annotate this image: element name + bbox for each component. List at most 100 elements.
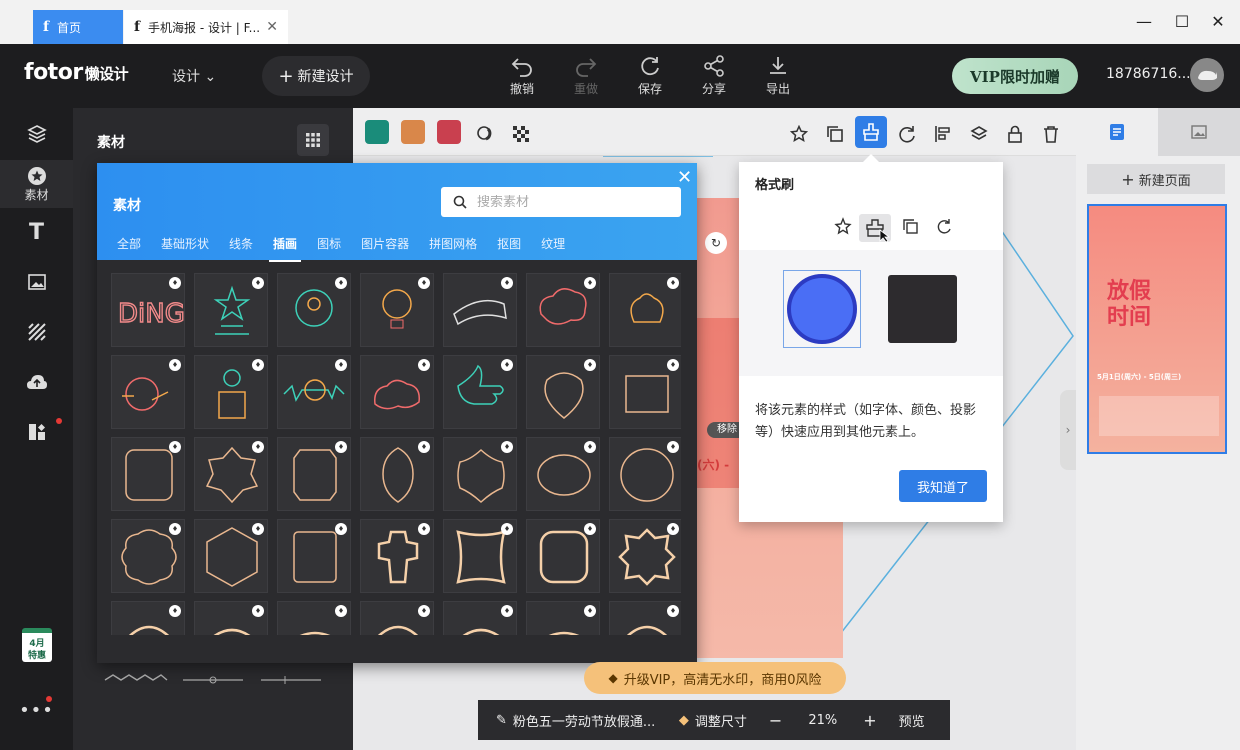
- resize-button[interactable]: 调整尺寸: [695, 711, 747, 730]
- material-item[interactable]: ♦: [526, 437, 600, 511]
- material-item[interactable]: ♦: [277, 273, 351, 347]
- material-item[interactable]: ♦: [360, 437, 434, 511]
- rotate-button[interactable]: [893, 120, 921, 148]
- grid-view-button[interactable]: [297, 124, 329, 156]
- share-button[interactable]: 分享: [690, 54, 738, 97]
- material-item[interactable]: ♦: [609, 437, 681, 511]
- design-menu[interactable]: 设计 ⌄: [172, 66, 216, 86]
- material-item[interactable]: ♦: [277, 355, 351, 429]
- material-item[interactable]: ♦: [609, 519, 681, 593]
- rail-text[interactable]: T: [0, 208, 73, 256]
- line-samples[interactable]: [103, 670, 343, 690]
- browser-tab-design[interactable]: f 手机海报 - 设计 | F... ✕: [124, 10, 288, 44]
- material-item[interactable]: ♦: [194, 437, 268, 511]
- minimize-icon[interactable]: —: [1134, 12, 1154, 32]
- material-item[interactable]: ♦: [194, 519, 268, 593]
- favorite-button[interactable]: [785, 120, 813, 148]
- close-tab-icon[interactable]: ✕: [266, 19, 278, 35]
- lock-button[interactable]: [1001, 120, 1029, 148]
- new-design-button[interactable]: + 新建设计: [262, 56, 370, 96]
- tab-all[interactable]: 全部: [113, 235, 145, 260]
- tab-illustrations[interactable]: 插画: [269, 235, 302, 262]
- tab-basic-shapes[interactable]: 基础形状: [157, 235, 213, 260]
- close-window-icon[interactable]: ✕: [1208, 12, 1228, 32]
- zoom-out-button[interactable]: −: [769, 711, 782, 730]
- rotate-handle-icon[interactable]: ↻: [705, 232, 727, 254]
- vip-promo-button[interactable]: VIP限时加赠: [952, 58, 1078, 94]
- duplicate-button[interactable]: [821, 120, 849, 148]
- material-item[interactable]: ♦: [111, 601, 185, 635]
- tab-cutouts[interactable]: 抠图: [493, 235, 525, 260]
- search-input[interactable]: [477, 194, 657, 210]
- material-item[interactable]: ♦: [526, 355, 600, 429]
- material-item[interactable]: ♦: [443, 437, 517, 511]
- rail-texture[interactable]: [0, 308, 73, 356]
- avatar[interactable]: [1190, 58, 1224, 92]
- align-button[interactable]: [929, 120, 957, 148]
- redo-button[interactable]: 重做: [562, 54, 610, 97]
- tab-image-containers[interactable]: 图片容器: [357, 235, 413, 260]
- material-item[interactable]: ♦: [194, 355, 268, 429]
- zoom-level[interactable]: 21%: [808, 713, 837, 728]
- material-item[interactable]: ♦: [526, 273, 600, 347]
- material-item[interactable]: ♦: [443, 355, 517, 429]
- doc-name[interactable]: 粉色五一劳动节放假通...: [513, 711, 663, 730]
- material-item[interactable]: ♦: [277, 519, 351, 593]
- page-thumbnail[interactable]: 放假时间 5月1日(周六) - 5日(周三): [1087, 204, 1227, 454]
- material-item[interactable]: ♦: [443, 519, 517, 593]
- material-item[interactable]: ♦: [360, 355, 434, 429]
- material-item[interactable]: ♦: [360, 601, 434, 635]
- material-item[interactable]: ♦: [277, 601, 351, 635]
- collapse-panel-handle[interactable]: ›: [1060, 390, 1076, 470]
- material-item[interactable]: ♦: [111, 519, 185, 593]
- material-item[interactable]: ♦: [277, 437, 351, 511]
- material-item[interactable]: ♦: [443, 273, 517, 347]
- transparency-button[interactable]: [507, 120, 535, 148]
- save-button[interactable]: 保存: [626, 54, 674, 97]
- rail-materials[interactable]: 素材: [0, 160, 73, 208]
- rail-more[interactable]: •••: [0, 686, 73, 734]
- tab-images[interactable]: [1158, 108, 1240, 156]
- logo[interactable]: fotor 懒设计: [24, 60, 129, 85]
- material-item[interactable]: ♦: [111, 437, 185, 511]
- format-painter-button[interactable]: [855, 116, 887, 148]
- rail-image[interactable]: [0, 258, 73, 306]
- new-page-button[interactable]: + 新建页面: [1087, 164, 1225, 194]
- delete-button[interactable]: [1037, 120, 1065, 148]
- rail-upload[interactable]: [0, 358, 73, 406]
- tab-lines[interactable]: 线条: [225, 235, 257, 260]
- material-item[interactable]: DiNG ♦: [111, 273, 185, 347]
- close-icon[interactable]: ✕: [677, 167, 692, 188]
- calendar-promo-badge[interactable]: 4月 特惠: [22, 628, 52, 662]
- layer-order-button[interactable]: [965, 120, 993, 148]
- material-item[interactable]: ♦: [609, 601, 681, 635]
- tab-pages[interactable]: [1076, 108, 1158, 156]
- got-it-button[interactable]: 我知道了: [899, 470, 987, 502]
- color-swatch[interactable]: [437, 120, 461, 144]
- shadow-button[interactable]: [471, 120, 499, 148]
- material-item[interactable]: ♦: [526, 519, 600, 593]
- material-item[interactable]: ♦: [609, 355, 681, 429]
- tab-icons[interactable]: 图标: [313, 235, 345, 260]
- material-item[interactable]: ♦: [194, 273, 268, 347]
- search-box[interactable]: [441, 187, 681, 217]
- zoom-in-button[interactable]: +: [863, 711, 876, 730]
- rail-layers[interactable]: [0, 110, 73, 158]
- user-id[interactable]: 18786716...: [1106, 66, 1191, 82]
- preview-button[interactable]: 预览: [899, 711, 925, 730]
- tab-textures[interactable]: 纹理: [537, 235, 569, 260]
- color-swatch[interactable]: [401, 120, 425, 144]
- material-item[interactable]: ♦: [194, 601, 268, 635]
- material-item[interactable]: ♦: [111, 355, 185, 429]
- rail-apps[interactable]: [0, 408, 73, 456]
- material-item[interactable]: ♦: [609, 273, 681, 347]
- material-item[interactable]: ♦: [443, 601, 517, 635]
- export-button[interactable]: 导出: [754, 54, 802, 97]
- vip-upgrade-banner[interactable]: ◆ 升级VIP，高清无水印，商用0风险: [584, 662, 846, 694]
- material-item[interactable]: ♦: [526, 601, 600, 635]
- material-item[interactable]: ♦: [360, 519, 434, 593]
- color-swatch[interactable]: [365, 120, 389, 144]
- material-item[interactable]: ♦: [360, 273, 434, 347]
- maximize-icon[interactable]: ☐: [1172, 12, 1192, 32]
- tab-grids[interactable]: 拼图网格: [425, 235, 481, 260]
